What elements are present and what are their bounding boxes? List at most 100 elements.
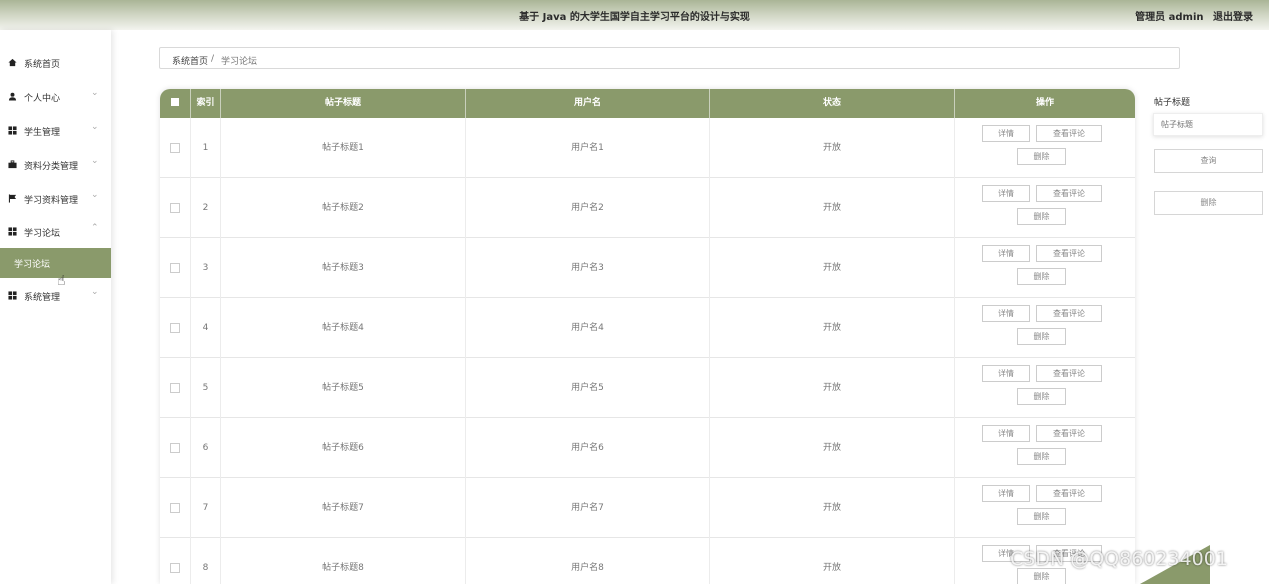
sidebar-item-label: 学生管理 (24, 128, 61, 138)
cell-title: 帖子标题1 (221, 118, 466, 178)
grid-icon (8, 291, 17, 300)
detail-button[interactable]: 详情 (982, 305, 1030, 322)
row-checkbox[interactable] (170, 142, 180, 153)
delete-row-button[interactable]: 删除 (1017, 568, 1066, 584)
detail-button[interactable]: 详情 (982, 125, 1030, 142)
sidebar-subitem-forum[interactable]: 学习论坛 (0, 248, 111, 278)
row-select-cell (160, 358, 191, 418)
row-checkbox[interactable] (170, 262, 180, 273)
view-comments-button[interactable]: 查看评论 (1036, 485, 1102, 502)
cell-actions: 详情 查看评论删除 (955, 418, 1135, 478)
cell-index: 5 (191, 358, 221, 418)
column-header-actions: 操作 (1035, 98, 1054, 108)
row-checkbox[interactable] (170, 202, 180, 213)
view-comments-button[interactable]: 查看评论 (1036, 365, 1102, 382)
logout-link[interactable]: 退出登录 (1213, 12, 1253, 23)
detail-button[interactable]: 详情 (982, 425, 1030, 442)
cell-title: 帖子标题2 (221, 178, 466, 238)
cell-status: 开放 (710, 478, 955, 538)
column-header-index: 索引 (191, 89, 221, 118)
cell-index: 8 (191, 538, 221, 584)
search-label: 帖子标题 (1154, 98, 1191, 108)
cell-actions: 详情 查看评论删除 (955, 118, 1135, 178)
breadcrumb-home[interactable]: 系统首页 (172, 54, 208, 67)
select-all-cell (160, 89, 191, 118)
user-label: 管理员 admin (1135, 12, 1204, 23)
select-all-checkbox[interactable] (171, 97, 179, 106)
search-button[interactable]: 查询 (1154, 149, 1263, 173)
sidebar: 系统首页 个人中心 ⌄ 学生管理 ⌄ 资料分类管理 ⌄ 学习资料管理 ⌄ 学习论… (0, 30, 111, 584)
detail-button[interactable]: 详情 (982, 245, 1030, 262)
detail-button[interactable]: 详情 (982, 485, 1030, 502)
cell-title: 帖子标题4 (221, 298, 466, 358)
table-header: 索引 帖子标题 用户名 状态 操作 (160, 89, 1135, 118)
sidebar-item-label: 个人中心 (24, 94, 61, 104)
detail-button[interactable]: 详情 (982, 365, 1030, 382)
cell-username: 用户名8 (466, 538, 710, 584)
cell-title: 帖子标题7 (221, 478, 466, 538)
briefcase-icon (8, 160, 17, 169)
sidebar-item-categories[interactable]: 资料分类管理 ⌄ (0, 153, 111, 177)
search-input[interactable] (1153, 113, 1263, 136)
cell-index: 3 (191, 238, 221, 298)
cell-index: 6 (191, 418, 221, 478)
bulk-delete-button[interactable]: 删除 (1154, 191, 1263, 215)
cell-actions: 详情 查看评论删除 (955, 358, 1135, 418)
delete-row-button[interactable]: 删除 (1017, 208, 1066, 225)
column-header-username: 用户名 (466, 89, 710, 118)
view-comments-button[interactable]: 查看评论 (1036, 425, 1102, 442)
row-checkbox[interactable] (170, 442, 180, 453)
delete-row-button[interactable]: 删除 (1017, 328, 1066, 345)
home-icon (8, 58, 17, 67)
view-comments-button[interactable]: 查看评论 (1036, 125, 1102, 142)
delete-row-button[interactable]: 删除 (1017, 448, 1066, 465)
view-comments-button[interactable]: 查看评论 (1036, 185, 1102, 202)
cell-status: 开放 (710, 358, 955, 418)
row-select-cell (160, 298, 191, 358)
chevron-down-icon: ⌄ (91, 190, 99, 200)
flag-icon (8, 194, 17, 203)
sidebar-item-system[interactable]: 系统管理 ⌄ (0, 284, 111, 308)
view-comments-button[interactable]: 查看评论 (1036, 305, 1102, 322)
detail-button[interactable]: 详情 (982, 185, 1030, 202)
row-checkbox[interactable] (170, 502, 180, 513)
sidebar-item-forum[interactable]: 学习论坛 ⌃ (0, 220, 111, 244)
cell-username: 用户名6 (466, 418, 710, 478)
cell-status: 开放 (710, 418, 955, 478)
cell-index: 2 (191, 178, 221, 238)
row-select-cell (160, 538, 191, 584)
sidebar-item-profile[interactable]: 个人中心 ⌄ (0, 85, 111, 109)
cell-title: 帖子标题3 (221, 238, 466, 298)
delete-row-button[interactable]: 删除 (1017, 268, 1066, 285)
forum-table: 索引 帖子标题 用户名 状态 操作 1 帖子标题1 用户名1 开放 详情 查看评论 删除 2 帖… (160, 89, 1135, 584)
sidebar-item-label: 资料分类管理 (24, 162, 79, 172)
cell-title: 帖子标题5 (221, 358, 466, 418)
delete-row-button[interactable]: 删除 (1017, 388, 1066, 405)
row-checkbox[interactable] (170, 322, 180, 333)
table-row: 6 帖子标题6 用户名6 开放 详情 查看评论 删除 (160, 418, 1135, 478)
delete-row-button[interactable]: 删除 (1017, 508, 1066, 525)
cell-index: 4 (191, 298, 221, 358)
cell-actions: 详情 查看评论删除 (955, 238, 1135, 298)
sidebar-item-materials[interactable]: 学习资料管理 ⌄ (0, 187, 111, 211)
sidebar-item-label: 系统管理 (24, 293, 61, 303)
cell-actions: 详情 查看评论删除 (955, 478, 1135, 538)
sidebar-item-home[interactable]: 系统首页 (0, 51, 111, 75)
row-select-cell (160, 418, 191, 478)
cell-index: 7 (191, 478, 221, 538)
cell-index: 1 (191, 118, 221, 178)
chevron-down-icon: ⌄ (91, 122, 99, 132)
sidebar-item-students[interactable]: 学生管理 ⌄ (0, 119, 111, 143)
page-title: 基于 Java 的大学生国学自主学习平台的设计与实现 (519, 12, 750, 23)
breadcrumb-current: 学习论坛 (221, 57, 258, 67)
table-row: 7 帖子标题7 用户名7 开放 详情 查看评论 删除 (160, 478, 1135, 538)
grid-icon (8, 227, 17, 236)
cell-status: 开放 (710, 238, 955, 298)
delete-row-button[interactable]: 删除 (1017, 148, 1066, 165)
row-checkbox[interactable] (170, 562, 180, 573)
cell-username: 用户名3 (466, 238, 710, 298)
view-comments-button[interactable]: 查看评论 (1036, 245, 1102, 262)
table-row: 1 帖子标题1 用户名1 开放 详情 查看评论 删除 (160, 118, 1135, 178)
watermark: CSDN @QQ860234001 (1010, 548, 1228, 570)
row-checkbox[interactable] (170, 382, 180, 393)
